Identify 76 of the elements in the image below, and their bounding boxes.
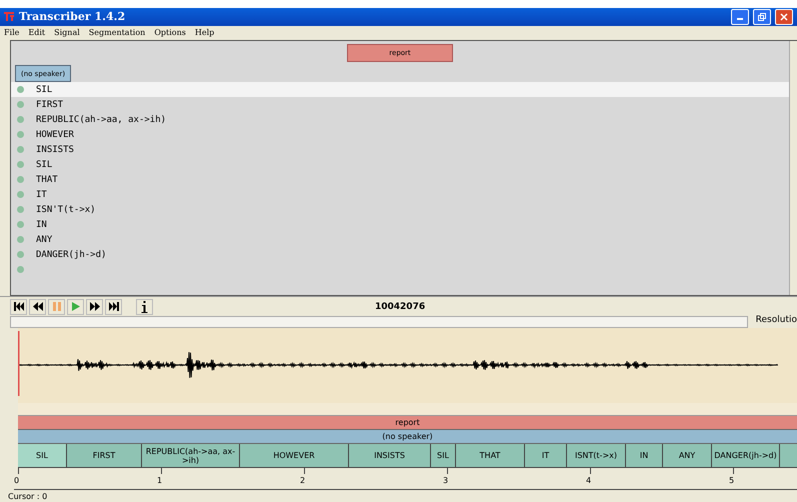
word-text: REPUBLIC(ah->aa, ax->ih): [36, 114, 166, 125]
sync-dot: [17, 221, 24, 228]
sync-dot: [17, 236, 24, 244]
axis-label: 5: [729, 476, 734, 486]
word-text: ANY: [36, 234, 52, 245]
skip-end-button[interactable]: [105, 298, 122, 315]
word-text: ISN'T(t->x): [36, 204, 96, 215]
menu-item[interactable]: Help: [194, 28, 214, 38]
axis-label: 3: [443, 476, 448, 486]
skip-end-icon: [108, 302, 118, 312]
section-band[interactable]: report: [18, 416, 797, 430]
word-text: SIL: [36, 84, 52, 95]
fast-forward-icon: [90, 302, 100, 312]
word-text: INSISTS: [36, 144, 74, 155]
info-button[interactable]: [136, 298, 153, 315]
fast-forward-button[interactable]: [86, 298, 103, 315]
close-icon: [780, 12, 788, 21]
word-text: IT: [36, 190, 47, 200]
scrollbar[interactable]: [789, 41, 797, 295]
close-button[interactable]: [775, 8, 793, 25]
segment[interactable]: INSISTS: [349, 444, 431, 468]
sync-dot: [17, 161, 24, 168]
sync-dot: [17, 251, 24, 258]
rewind-icon: [32, 302, 42, 312]
segment[interactable]: [780, 444, 797, 468]
pause-icon: [52, 302, 62, 312]
axis-label: 1: [157, 476, 162, 486]
menu-item[interactable]: Edit: [28, 28, 46, 38]
sync-dot: [17, 206, 24, 214]
menu-item[interactable]: File: [4, 28, 20, 38]
segment[interactable]: SIL: [431, 444, 456, 468]
cursor-status: Cursor : 0: [7, 490, 48, 502]
word-text: THAT: [36, 174, 58, 185]
segment[interactable]: HOWEVER: [240, 444, 349, 468]
menu-item[interactable]: Options: [154, 28, 186, 38]
segment[interactable]: REPUBLIC(ah->aa, ax->ih): [142, 444, 240, 468]
sync-dot: [17, 131, 24, 138]
segment[interactable]: IN: [626, 444, 663, 468]
resolution-label: Resolutio: [756, 316, 797, 324]
menu-item[interactable]: Segmentation: [88, 28, 146, 38]
word-text: IN: [36, 220, 47, 230]
segment[interactable]: ISNT(t->x): [567, 444, 626, 468]
speaker-band[interactable]: (no speaker): [18, 430, 797, 444]
play-icon: [70, 302, 80, 312]
scrollbar[interactable]: [10, 316, 748, 328]
segment[interactable]: ANY: [663, 444, 712, 468]
info-icon: [141, 300, 148, 313]
segment[interactable]: DANGER(jh->d): [712, 444, 780, 468]
rewind-button[interactable]: [29, 298, 46, 315]
minimize-button[interactable]: [731, 8, 749, 25]
word-text: SIL: [36, 160, 52, 170]
menu-item[interactable]: Signal: [54, 28, 80, 38]
sync-dot: [17, 86, 24, 94]
segment[interactable]: SIL: [18, 444, 67, 468]
window-title: Transcriber 1.4.2: [19, 10, 126, 24]
sync-dot: [17, 266, 24, 274]
segment[interactable]: IT: [525, 444, 567, 468]
word-text: DANGER(jh->d): [36, 250, 106, 260]
skip-start-icon: [14, 302, 24, 312]
sync-dot: [17, 116, 24, 124]
restore-button[interactable]: [753, 8, 771, 25]
axis-label: 4: [586, 476, 592, 486]
sync-dot: [17, 101, 24, 108]
word-text: FIRST: [36, 100, 64, 110]
segment[interactable]: THAT: [456, 444, 525, 468]
word-text: HOWEVER: [36, 130, 74, 140]
restore-icon: [758, 12, 766, 21]
axis-label: 0: [14, 476, 20, 486]
position-value: 10042076: [375, 302, 426, 312]
segment[interactable]: FIRST: [67, 444, 142, 468]
app-icon: [4, 12, 15, 22]
sync-dot: [17, 191, 24, 198]
skip-start-button[interactable]: [10, 298, 27, 315]
sync-dot: [17, 146, 24, 154]
sync-dot: [17, 176, 24, 184]
axis-label: 2: [300, 476, 306, 486]
